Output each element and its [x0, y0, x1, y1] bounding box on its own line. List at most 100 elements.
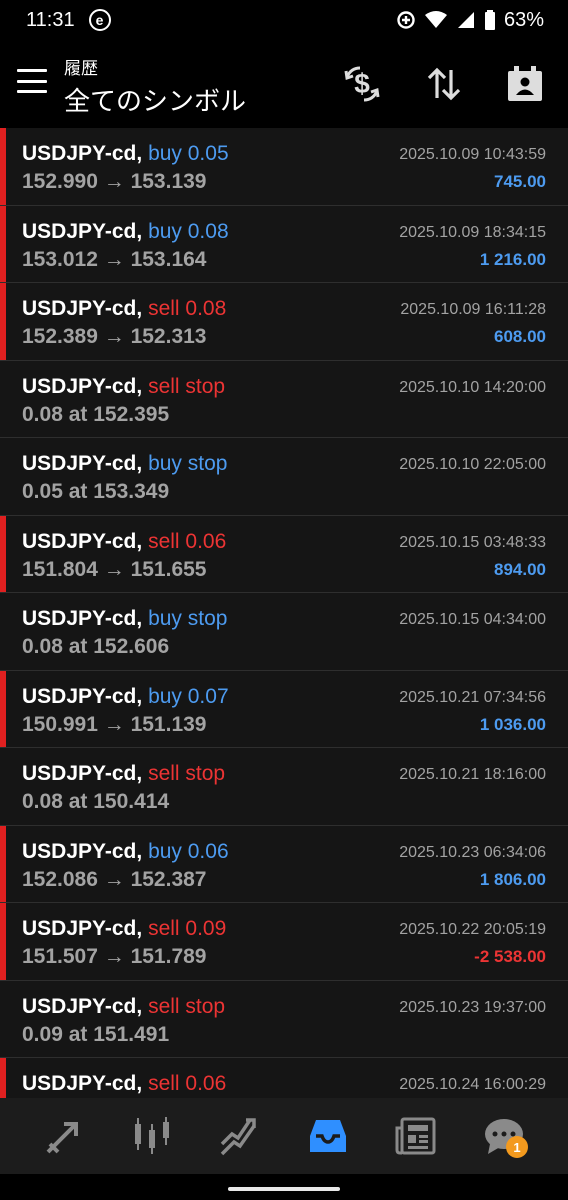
- deal-symbol: USDJPY-cd, sell 0.06: [22, 530, 226, 554]
- deal-type: buy stop: [148, 452, 228, 475]
- history-row[interactable]: USDJPY-cd, buy 0.07 150.991 → 151.139 2025…: [0, 670, 568, 748]
- deal-price: 0.08 at 152.606: [22, 635, 170, 658]
- symbol-name: USDJPY-cd,: [22, 762, 143, 785]
- history-row[interactable]: USDJPY-cd, sell 0.06 151.804 → 151.655 202…: [0, 515, 568, 593]
- deal-price: 151.507 → 151.789: [22, 945, 207, 968]
- dollar-exchange-icon: $: [344, 66, 380, 102]
- deal-price: 0.05 at 153.349: [22, 480, 170, 503]
- deal-type: buy 0.05: [148, 142, 229, 165]
- deal-type: sell stop: [148, 994, 226, 1018]
- history-row[interactable]: USDJPY-cd, buy 0.06 152.086 → 152.387 2025…: [0, 825, 568, 903]
- app-notification-icon: e: [88, 9, 111, 31]
- history-row[interactable]: USDJPY-cd, buy stop 0.05 at 153.349 2025.1…: [0, 438, 568, 516]
- deal-indicator-bar: [0, 515, 6, 592]
- deal-symbol: USDJPY-cd, sell stop: [22, 375, 225, 399]
- deal-indicator-bar: [0, 205, 6, 282]
- trade-icon: [220, 1118, 256, 1156]
- sort-button[interactable]: [422, 62, 466, 106]
- page-title[interactable]: 全てのシンボル: [64, 81, 246, 118]
- symbol-name: USDJPY-cd,: [22, 917, 143, 940]
- history-row[interactable]: USDJPY-cd, buy stop 0.08 at 152.606 2025.1…: [0, 593, 568, 671]
- history-row[interactable]: USDJPY-cd, sell stop 0.08 at 152.395 2025.…: [0, 360, 568, 438]
- deal-profit: 1 036.00: [479, 714, 546, 734]
- bottom-navigation: 1: [0, 1098, 568, 1174]
- deal-time: 2025.10.15 03:48:33: [399, 533, 546, 551]
- nav-news[interactable]: [388, 1108, 444, 1164]
- deal-time: 2025.10.09 16:11:28: [400, 301, 546, 318]
- history-row[interactable]: USDJPY-cd, sell 0.08 152.389 → 152.313 202…: [0, 283, 568, 361]
- deal-profit: 894.00: [494, 559, 546, 579]
- battery-level: 63%: [503, 8, 544, 31]
- menu-icon[interactable]: [17, 69, 47, 93]
- history-row[interactable]: USDJPY-cd, buy 0.08 153.012 → 153.164 2025…: [0, 205, 568, 283]
- status-bar: 11:31 e 63%: [0, 0, 568, 40]
- svg-text:$: $: [354, 68, 370, 99]
- deal-symbol: USDJPY-cd, buy stop: [22, 607, 227, 631]
- status-time: 11:31: [26, 8, 75, 31]
- report-button[interactable]: [503, 62, 547, 106]
- deal-profit: -2 538.00: [474, 947, 546, 966]
- deal-time: 2025.10.10 22:05:00: [399, 456, 546, 473]
- deal-type: buy 0.06: [148, 839, 229, 863]
- deal-price: 152.389 → 152.313: [22, 325, 207, 348]
- symbol-name: USDJPY-cd,: [22, 452, 143, 475]
- deal-symbol: USDJPY-cd, sell 0.06: [22, 1072, 226, 1096]
- deal-price: 0.08 at 150.414: [22, 790, 170, 813]
- deal-indicator-bar: [0, 283, 6, 360]
- battery-icon: [484, 10, 495, 30]
- nav-trade[interactable]: [212, 1108, 268, 1164]
- deal-type: buy 0.07: [148, 684, 229, 708]
- deal-indicator-bar: [0, 903, 6, 980]
- history-row[interactable]: USDJPY-cd, sell 0.06 2025.10.24 16:00:29: [0, 1058, 568, 1098]
- deal-profit: 745.00: [494, 172, 546, 191]
- nav-quotes[interactable]: [36, 1108, 92, 1164]
- nav-chart[interactable]: [124, 1108, 180, 1164]
- deposit-withdraw-button[interactable]: $: [340, 62, 384, 106]
- deal-type: sell stop: [148, 762, 226, 785]
- news-icon: [395, 1117, 436, 1155]
- deal-profit: 1 216.00: [479, 249, 546, 269]
- deal-price: 0.09 at 151.491: [22, 1022, 170, 1046]
- home-indicator[interactable]: [228, 1187, 340, 1191]
- history-row[interactable]: USDJPY-cd, sell 0.09 151.507 → 151.789 202…: [0, 903, 568, 981]
- deal-type: sell 0.09: [148, 917, 227, 940]
- deal-price: 153.012 → 153.164: [22, 247, 207, 271]
- deal-time: 2025.10.09 10:43:59: [399, 146, 546, 163]
- symbol-name: USDJPY-cd,: [22, 684, 143, 708]
- deal-time: 2025.10.21 18:16:00: [399, 766, 546, 783]
- chart-icon: [135, 1117, 169, 1154]
- deal-symbol: USDJPY-cd, sell 0.09: [22, 917, 226, 941]
- deal-symbol: USDJPY-cd, buy 0.07: [22, 685, 229, 709]
- symbol-name: USDJPY-cd,: [22, 1072, 143, 1095]
- signal-icon: [457, 12, 474, 28]
- history-icon: [310, 1120, 346, 1152]
- history-list[interactable]: USDJPY-cd, buy 0.05 152.990 → 153.139 2025…: [0, 128, 568, 1098]
- deal-time: 2025.10.15 04:34:00: [399, 611, 546, 628]
- symbol-name: USDJPY-cd,: [22, 607, 143, 630]
- messages-badge: 1: [506, 1136, 528, 1158]
- deal-time: 2025.10.09 18:34:15: [399, 223, 546, 241]
- symbol-name: USDJPY-cd,: [22, 839, 143, 863]
- deal-time: 2025.10.22 20:05:19: [399, 921, 546, 938]
- nav-messages[interactable]: 1: [476, 1108, 532, 1164]
- history-row[interactable]: USDJPY-cd, buy 0.05 152.990 → 153.139 2025…: [0, 128, 568, 206]
- deal-time: 2025.10.23 19:37:00: [399, 998, 546, 1016]
- nav-history[interactable]: [300, 1108, 356, 1164]
- deal-profit: 608.00: [494, 327, 546, 346]
- deal-time: 2025.10.24 16:00:29: [399, 1076, 546, 1093]
- deal-time: 2025.10.10 14:20:00: [399, 378, 546, 396]
- deal-symbol: USDJPY-cd, sell stop: [22, 762, 225, 786]
- history-row[interactable]: USDJPY-cd, sell stop 0.08 at 150.414 2025.…: [0, 748, 568, 826]
- deal-price: 0.08 at 152.395: [22, 402, 170, 426]
- symbol-name: USDJPY-cd,: [22, 142, 143, 165]
- deal-type: buy stop: [148, 607, 228, 630]
- deal-time: 2025.10.23 06:34:06: [399, 843, 546, 861]
- deal-symbol: USDJPY-cd, buy 0.08: [22, 220, 229, 244]
- deal-type: buy 0.08: [148, 219, 229, 243]
- deal-indicator-bar: [0, 1058, 6, 1098]
- symbol-name: USDJPY-cd,: [22, 994, 143, 1018]
- deal-symbol: USDJPY-cd, buy 0.05: [22, 142, 229, 166]
- history-row[interactable]: USDJPY-cd, sell stop 0.09 at 151.491 2025.…: [0, 980, 568, 1058]
- symbol-name: USDJPY-cd,: [22, 219, 143, 243]
- deal-symbol: USDJPY-cd, sell 0.08: [22, 297, 226, 321]
